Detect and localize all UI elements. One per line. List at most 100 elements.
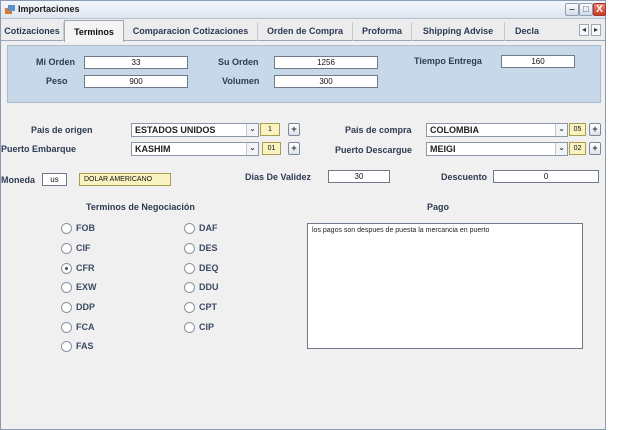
radio-ddu[interactable]: DDU [184, 282, 264, 294]
radio-checked-icon [61, 263, 72, 274]
pais-origen-code: 1 [260, 123, 280, 136]
radio-label: CIF [76, 243, 91, 253]
mi-orden-label: Mi Orden [36, 57, 76, 67]
peso-field[interactable]: 900 [84, 75, 188, 88]
terminos-title: Terminos de Negociación [86, 202, 195, 212]
radio-circle-icon [184, 282, 195, 293]
radio-circle-icon [61, 341, 72, 352]
chevron-down-icon: ⌄ [555, 124, 567, 136]
moneda-code-field[interactable]: us [42, 173, 67, 186]
radio-circle-icon [61, 223, 72, 234]
tab-declaracion[interactable]: Decla [505, 22, 549, 41]
pais-compra-value: COLOMBIA [430, 125, 479, 135]
radio-exw[interactable]: EXW [61, 282, 141, 294]
tab-orden-de-compra[interactable]: Orden de Compra [258, 22, 353, 41]
title-bar[interactable]: Importaciones – □ X [1, 1, 606, 19]
pais-origen-select[interactable]: ESTADOS UNIDOS ⌄ [131, 123, 259, 137]
tab-proforma[interactable]: Proforma [353, 22, 412, 41]
add-pais-compra-button[interactable]: + [589, 123, 601, 136]
radio-fob[interactable]: FOB [61, 223, 141, 235]
tab-comparacion-cotizaciones[interactable]: Comparacion Cotizaciones [124, 22, 258, 41]
radio-label: DDU [199, 282, 219, 292]
dias-validez-label: Dias De Validez [245, 172, 312, 182]
close-button[interactable]: X [593, 3, 606, 16]
dias-validez-field[interactable]: 30 [328, 170, 390, 183]
tab-bar: Cotizaciones Terminos Comparacion Cotiza… [1, 19, 605, 42]
pago-title: Pago [427, 202, 450, 212]
pais-origen-label: Pais de origen [31, 125, 93, 135]
radio-circle-icon [61, 322, 72, 333]
tab-scroll-left-icon[interactable]: ◂ [579, 24, 589, 36]
radio-label: DDP [76, 302, 96, 312]
minimize-button[interactable]: – [565, 3, 579, 16]
background-strip [607, 0, 621, 430]
radio-des[interactable]: DES [184, 243, 264, 255]
pais-compra-label: Pais de compra [345, 125, 412, 135]
radio-circle-icon [184, 302, 195, 313]
radio-label: FCA [76, 322, 95, 332]
maximize-button[interactable]: □ [579, 3, 593, 16]
puerto-descargue-select[interactable]: MEIGI ⌄ [426, 142, 568, 156]
radio-circle-icon [184, 263, 195, 274]
descuento-label: Descuento [441, 172, 488, 182]
radio-label: CFR [76, 263, 95, 273]
moneda-name: DOLAR AMERICANO [79, 173, 171, 186]
chevron-down-icon: ⌄ [246, 143, 258, 155]
puerto-embarque-select[interactable]: KASHIM ⌄ [131, 142, 259, 156]
puerto-embarque-label: Puerto Embarque [1, 144, 77, 154]
tab-shipping-advise[interactable]: Shipping Advise [412, 22, 505, 41]
peso-label: Peso [46, 76, 68, 86]
importaciones-window: Importaciones – □ X Cotizaciones Termino… [0, 0, 606, 430]
radio-fca[interactable]: FCA [61, 322, 141, 334]
radio-label: CPT [199, 302, 217, 312]
puerto-embarque-code: 01 [262, 142, 281, 155]
puerto-embarque-value: KASHIM [135, 144, 171, 154]
add-pais-origen-button[interactable]: + [288, 123, 300, 136]
app-icon [5, 5, 15, 14]
descuento-field[interactable]: 0 [493, 170, 599, 183]
radio-cip[interactable]: CIP [184, 322, 264, 334]
radio-label: CIP [199, 322, 215, 332]
radio-circle-icon [61, 302, 72, 313]
radio-cif[interactable]: CIF [61, 243, 141, 255]
chevron-down-icon: ⌄ [555, 143, 567, 155]
pais-origen-value: ESTADOS UNIDOS [135, 125, 216, 135]
radio-circle-icon [61, 282, 72, 293]
radio-deq[interactable]: DEQ [184, 263, 264, 275]
puerto-descargue-code: 02 [569, 142, 586, 155]
add-puerto-embarque-button[interactable]: + [288, 142, 300, 155]
tiempo-entrega-field[interactable]: 160 [501, 55, 575, 68]
volumen-field[interactable]: 300 [274, 75, 378, 88]
radio-fas[interactable]: FAS [61, 341, 141, 353]
radio-daf[interactable]: DAF [184, 223, 264, 235]
mi-orden-field[interactable]: 33 [84, 56, 188, 69]
tab-scroll-right-icon[interactable]: ▸ [591, 24, 601, 36]
radio-cpt[interactable]: CPT [184, 302, 264, 314]
puerto-descargue-label: Puerto Descargue [335, 145, 413, 155]
puerto-descargue-value: MEIGI [430, 144, 456, 154]
moneda-label: Moneda [1, 175, 36, 185]
radio-label: FAS [76, 341, 94, 351]
radio-circle-icon [184, 322, 195, 333]
radio-label: EXW [76, 282, 97, 292]
tab-cotizaciones[interactable]: Cotizaciones [1, 22, 64, 41]
radio-label: DES [199, 243, 218, 253]
radio-ddp[interactable]: DDP [61, 302, 141, 314]
radio-circle-icon [184, 223, 195, 234]
radio-circle-icon [184, 243, 195, 254]
radio-label: DAF [199, 223, 218, 233]
pais-compra-code: 05 [569, 123, 586, 136]
window-title: Importaciones [18, 4, 80, 14]
radio-label: FOB [76, 223, 95, 233]
order-info-panel: Mi Orden 33 Su Orden 1256 Tiempo Entrega… [7, 45, 601, 103]
radio-cfr[interactable]: CFR [61, 263, 141, 275]
pais-compra-select[interactable]: COLOMBIA ⌄ [426, 123, 568, 137]
radio-label: DEQ [199, 263, 219, 273]
su-orden-field[interactable]: 1256 [274, 56, 378, 69]
add-puerto-descargue-button[interactable]: + [589, 142, 601, 155]
radio-circle-icon [61, 243, 72, 254]
tiempo-entrega-label: Tiempo Entrega [414, 56, 482, 66]
su-orden-label: Su Orden [218, 57, 259, 67]
tab-terminos[interactable]: Terminos [64, 20, 124, 42]
pago-textarea[interactable]: los pagos son despues de puesta la merca… [307, 223, 583, 349]
